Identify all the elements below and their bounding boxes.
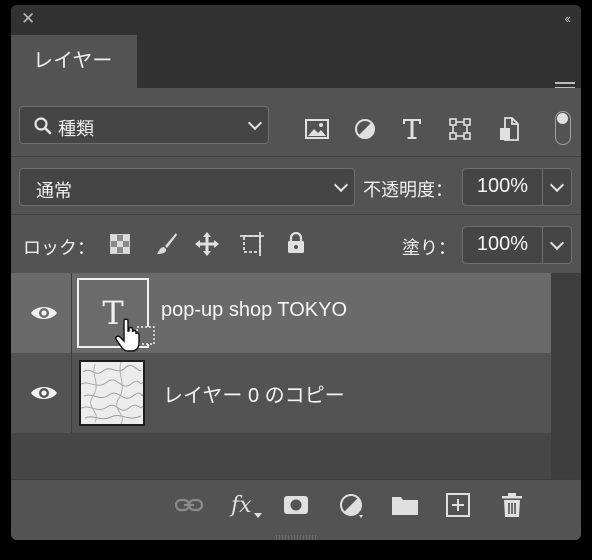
toggle-knob [557, 113, 568, 124]
new-layer-icon[interactable] [445, 492, 471, 518]
visibility-eye-icon[interactable] [29, 381, 59, 405]
tab-layers[interactable]: レイヤー [11, 35, 137, 88]
opacity-value[interactable]: 100% [463, 169, 542, 205]
fill-label: 塗り： [402, 238, 456, 258]
shape-filter-icon[interactable] [449, 118, 471, 140]
layer-name[interactable]: pop-up shop TOKYO [161, 299, 347, 322]
adjustment-filter-icon[interactable] [354, 118, 376, 140]
panel-title-bar: ✕ ‹‹ [11, 5, 581, 35]
filter-toggle-switch[interactable] [555, 111, 571, 145]
separator [11, 214, 581, 215]
layers-scrollbar-track[interactable] [551, 273, 581, 479]
opacity-dropdown[interactable] [542, 169, 571, 205]
resize-grip[interactable] [276, 535, 316, 540]
filter-kind-select[interactable]: 種類 [19, 106, 269, 144]
type-filter-icon[interactable] [402, 118, 422, 140]
bottom-toolbar: fx [11, 479, 581, 534]
opacity-field[interactable]: 100% [462, 168, 572, 206]
layer-name[interactable]: レイヤー 0 のコピー [163, 379, 345, 408]
visibility-eye-icon[interactable] [29, 301, 59, 325]
lock-transparent-pixels-icon[interactable] [110, 234, 130, 254]
fx-dropdown-arrow-icon [254, 513, 262, 518]
smart-object-filter-icon[interactable] [499, 117, 519, 141]
new-group-icon[interactable] [391, 492, 419, 518]
blend-mode-value: 通常 [36, 181, 72, 201]
fill-value[interactable]: 100% [463, 227, 542, 263]
layers-list: T pop-up shop TOKYO レイヤー 0 のコピー [11, 273, 551, 479]
lock-label: ロック： [23, 238, 95, 258]
link-layers-icon[interactable] [175, 492, 203, 518]
chevron-down-icon [549, 235, 565, 251]
lock-all-icon[interactable] [287, 232, 305, 254]
filter-kind-label: 種類 [58, 119, 94, 139]
tab-strip [137, 35, 581, 94]
artboard-lock-icon[interactable] [239, 231, 265, 257]
double-chevron-icon[interactable]: ‹‹ [564, 9, 571, 29]
layer-row-raster[interactable]: レイヤー 0 のコピー [11, 353, 551, 433]
divider [71, 353, 72, 433]
panel-body: 種類 通常 不透明度： 100% ロック： 塗り： 100% T pop-up … [11, 88, 581, 540]
fill-dropdown[interactable] [542, 227, 571, 263]
lock-position-icon[interactable] [194, 231, 220, 257]
divider [71, 273, 72, 353]
texture-thumbnail-image [80, 361, 144, 425]
chevron-down-icon [333, 177, 349, 193]
fx-icon[interactable]: fx [231, 492, 252, 518]
chevron-down-icon [247, 115, 263, 131]
image-filter-icon[interactable] [305, 119, 329, 139]
blend-mode-select[interactable]: 通常 [19, 168, 355, 206]
layer-thumbnail[interactable] [79, 360, 145, 426]
separator [11, 156, 581, 157]
fill-field[interactable]: 100% [462, 226, 572, 264]
chevron-down-icon [549, 177, 565, 193]
close-icon[interactable]: ✕ [21, 9, 35, 29]
search-icon [34, 117, 52, 135]
layers-panel: ✕ ‹‹ レイヤー 種類 通常 不透明度： 100% ロック： 塗り： 100%… [11, 5, 581, 540]
opacity-label: 不透明度： [363, 180, 453, 200]
new-adjustment-icon[interactable] [339, 492, 365, 518]
lock-image-pixels-icon[interactable] [156, 232, 178, 256]
add-mask-icon[interactable] [283, 492, 309, 518]
trash-icon[interactable] [500, 492, 524, 518]
layer-row-text[interactable]: T pop-up shop TOKYO [11, 273, 551, 353]
